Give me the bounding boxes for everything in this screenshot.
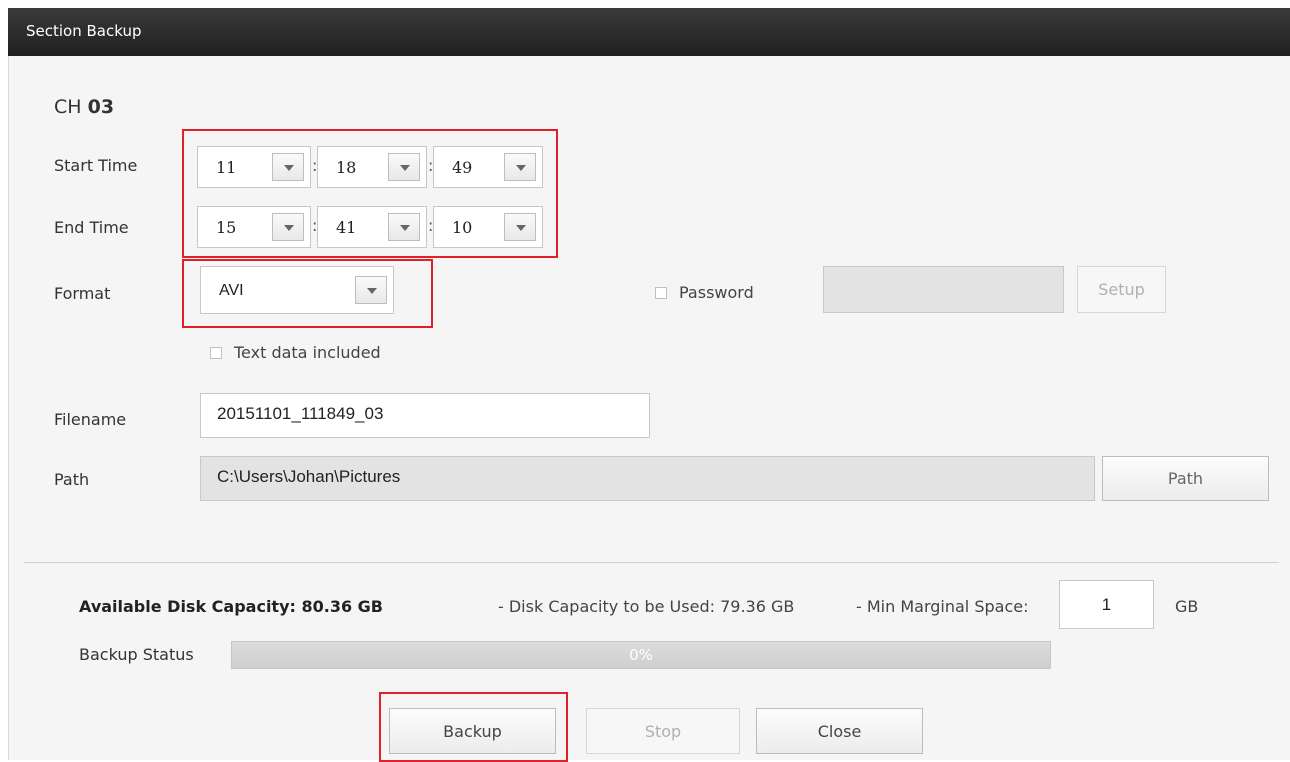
min-marginal-space-input[interactable]: 1	[1059, 580, 1154, 629]
stop-button[interactable]: Stop	[586, 708, 740, 754]
min-marginal-space-unit: GB	[1175, 597, 1199, 616]
time-highlight-box	[182, 129, 558, 258]
path-label: Path	[54, 470, 90, 489]
text-data-checkbox[interactable]	[210, 347, 222, 359]
channel-number: 03	[87, 96, 115, 118]
password-input[interactable]	[823, 266, 1064, 313]
path-input[interactable]: C:\Users\Johan\Pictures	[200, 456, 1095, 501]
backup-status-label: Backup Status	[79, 645, 194, 664]
filename-input[interactable]: 20151101_111849_03	[200, 393, 650, 438]
format-label: Format	[54, 284, 111, 303]
format-highlight-box	[182, 259, 433, 328]
text-data-label: Text data included	[234, 343, 381, 362]
setup-button[interactable]: Setup	[1077, 266, 1166, 313]
backup-progress-text: 0%	[629, 646, 653, 664]
title-bar: Section Backup	[8, 8, 1290, 56]
end-time-label: End Time	[54, 218, 129, 237]
min-marginal-space-label: - Min Marginal Space:	[856, 597, 1029, 616]
window-title: Section Backup	[26, 22, 142, 40]
close-button[interactable]: Close	[756, 708, 923, 754]
path-button[interactable]: Path	[1102, 456, 1269, 501]
path-value: C:\Users\Johan\Pictures	[217, 467, 401, 486]
channel-prefix: CH	[54, 96, 82, 118]
password-label: Password	[679, 283, 754, 302]
available-disk-capacity: Available Disk Capacity: 80.36 GB	[79, 597, 383, 616]
start-time-label: Start Time	[54, 156, 138, 175]
channel-label: CH 03	[54, 96, 114, 118]
filename-label: Filename	[54, 410, 127, 429]
backup-progress-bar: 0%	[231, 641, 1051, 669]
min-marginal-space-value: 1	[1101, 595, 1112, 614]
section-divider	[24, 562, 1279, 563]
filename-value: 20151101_111849_03	[217, 404, 384, 423]
backup-highlight-box	[379, 692, 568, 762]
disk-capacity-to-be-used: - Disk Capacity to be Used: 79.36 GB	[498, 597, 795, 616]
password-checkbox[interactable]	[655, 287, 667, 299]
